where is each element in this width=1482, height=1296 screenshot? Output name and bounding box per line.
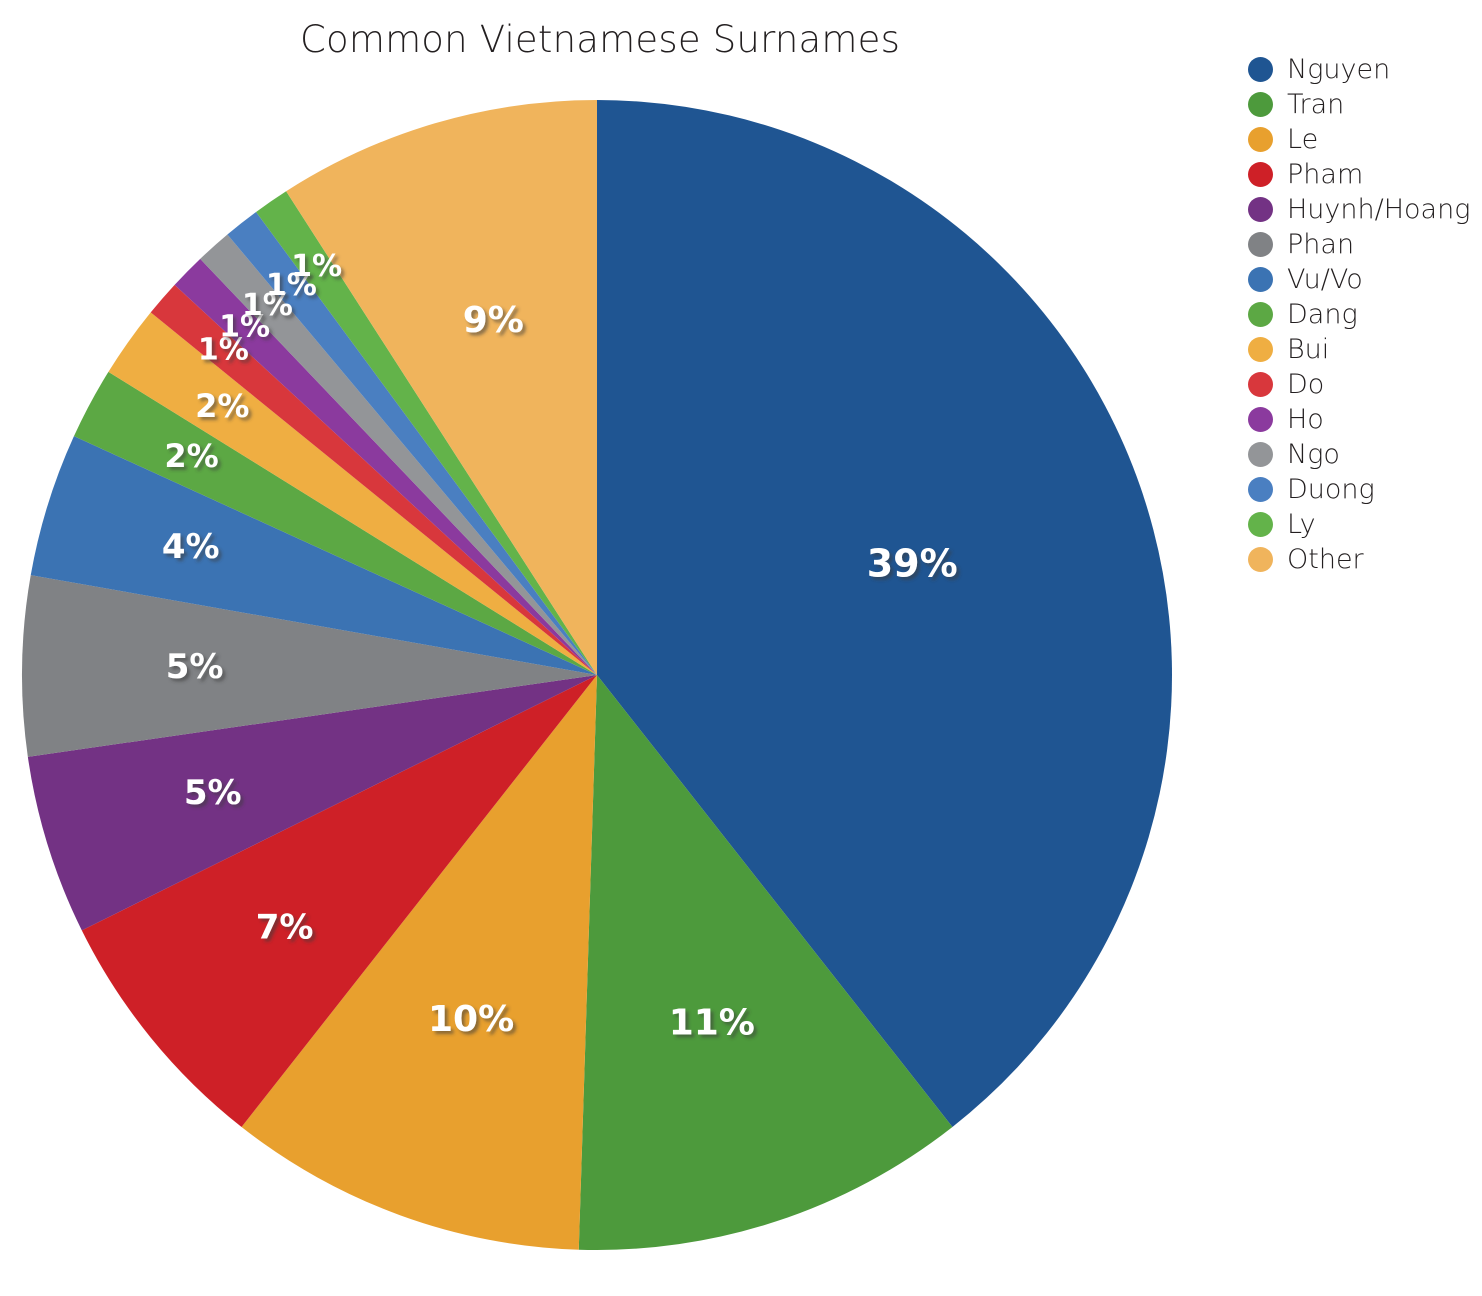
- legend-item[interactable]: Tran: [1248, 87, 1482, 122]
- pie-slice-value-label: 5%: [184, 773, 242, 813]
- legend-item-label: Pham: [1287, 159, 1364, 190]
- pie-slice-value-label: 7%: [256, 907, 314, 947]
- pie-svg: 39%11%10%7%5%5%4%2%2%1%1%1%1%1%9%: [22, 100, 1172, 1250]
- legend-item[interactable]: Ly: [1248, 507, 1482, 542]
- legend-item-label: Vu/Vo: [1287, 264, 1363, 295]
- legend-swatch-icon: [1248, 477, 1273, 502]
- legend-item[interactable]: Bui: [1248, 332, 1482, 367]
- legend-item[interactable]: Phan: [1248, 227, 1482, 262]
- pie-slice-value-label: 1%: [291, 249, 342, 284]
- legend-swatch-icon: [1248, 92, 1273, 117]
- legend-swatch-icon: [1248, 57, 1273, 82]
- legend: Nguyen Tran Le Pham Huynh/Hoang Phan Vu/Vo Dang…: [1248, 52, 1482, 577]
- pie-slice-value-label: 5%: [166, 647, 224, 687]
- legend-item[interactable]: Dang: [1248, 297, 1482, 332]
- legend-item-label: Huynh/Hoang: [1287, 194, 1471, 225]
- pie-slice-value-label: 2%: [164, 437, 218, 475]
- pie-chart-figure: Common Vietnamese Surnames 39% 11% 10% 7% 5%…: [0, 0, 1482, 1296]
- legend-item[interactable]: Ho: [1248, 402, 1482, 437]
- legend-item-label: Duong: [1287, 474, 1375, 505]
- legend-swatch-icon: [1248, 407, 1273, 432]
- legend-item-label: Ngo: [1287, 439, 1340, 470]
- legend-swatch-icon: [1248, 442, 1273, 467]
- legend-item-label: Do: [1287, 369, 1325, 400]
- legend-item[interactable]: Le: [1248, 122, 1482, 157]
- pie-slice-value-label: 2%: [195, 387, 249, 425]
- legend-swatch-icon: [1248, 512, 1273, 537]
- legend-item-label: Tran: [1287, 89, 1345, 120]
- pie-slice-value-label: 4%: [162, 527, 220, 567]
- legend-item[interactable]: Vu/Vo: [1248, 262, 1482, 297]
- legend-item-label: Nguyen: [1287, 54, 1391, 85]
- pie-plot-area: 39% 11% 10% 7% 5% 5% 4% 2% 2% 1% 1% 1% 1% 1% 9%: [0, 0, 1210, 1296]
- legend-item[interactable]: Huynh/Hoang: [1248, 192, 1482, 227]
- legend-swatch-icon: [1248, 162, 1273, 187]
- legend-item-label: Other: [1287, 544, 1364, 575]
- legend-item[interactable]: Ngo: [1248, 437, 1482, 472]
- legend-item[interactable]: Do: [1248, 367, 1482, 402]
- legend-swatch-icon: [1248, 547, 1273, 572]
- legend-swatch-icon: [1248, 232, 1273, 257]
- legend-swatch-icon: [1248, 127, 1273, 152]
- legend-item[interactable]: Pham: [1248, 157, 1482, 192]
- legend-swatch-icon: [1248, 267, 1273, 292]
- legend-item-label: Dang: [1287, 299, 1358, 330]
- legend-item-label: Ly: [1287, 509, 1316, 540]
- legend-item[interactable]: Duong: [1248, 472, 1482, 507]
- legend-item[interactable]: Other: [1248, 542, 1482, 577]
- legend-swatch-icon: [1248, 197, 1273, 222]
- legend-item-label: Phan: [1287, 229, 1355, 260]
- legend-item[interactable]: Nguyen: [1248, 52, 1482, 87]
- pie-slice-value-label: 11%: [669, 1003, 755, 1044]
- legend-item-label: Bui: [1287, 334, 1330, 365]
- legend-item-label: Le: [1287, 124, 1319, 155]
- legend-item-label: Ho: [1287, 404, 1324, 435]
- legend-swatch-icon: [1248, 337, 1273, 362]
- legend-swatch-icon: [1248, 372, 1273, 397]
- pie-slice-value-label: 39%: [867, 541, 958, 585]
- pie-slice-value-label: 9%: [463, 300, 524, 341]
- legend-swatch-icon: [1248, 302, 1273, 327]
- pie-slice-value-label: 10%: [428, 999, 514, 1040]
